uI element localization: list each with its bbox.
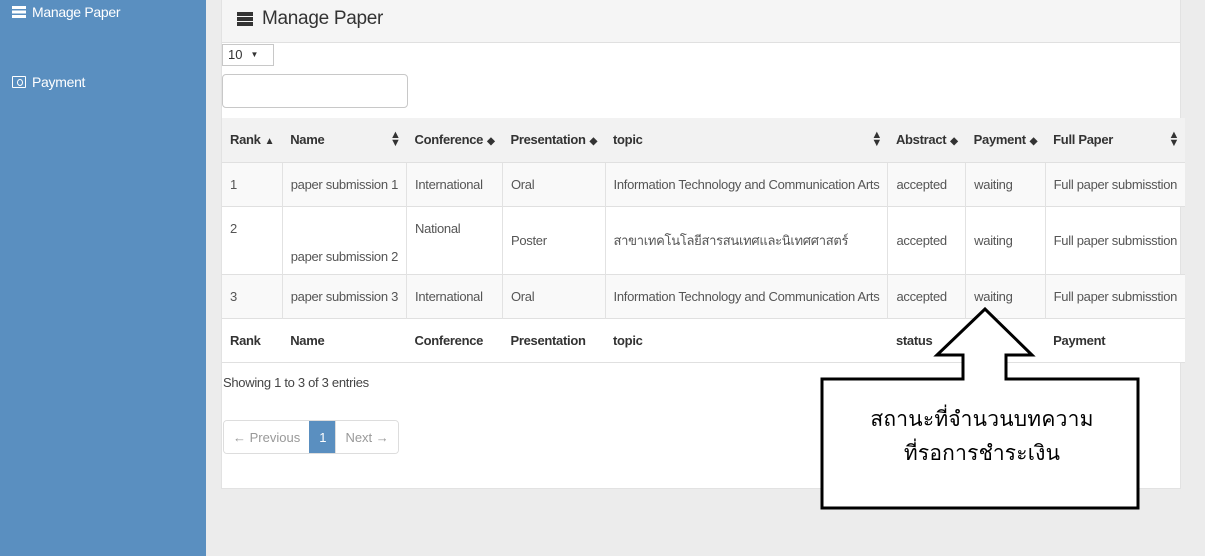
cell-rank: 1 [222,161,283,206]
cell-name: paper submission 1 [281,161,407,206]
cell-rank: 2 [222,205,283,274]
footer-rank: Rank [222,317,283,363]
cell-name: paper submission 2 [281,205,407,274]
sort-icon: ◆ [589,136,598,148]
server-icon [237,12,253,26]
sort-icon: ◆ [487,136,495,148]
previous-page-button[interactable]: ← Previous [224,421,310,453]
cell-abstract: accepted [887,205,966,274]
page-title: Manage Paper [237,8,383,30]
footer-name: Name [282,317,407,363]
cell-presentation: Oral [501,161,606,206]
callout-line-2: ที่รอการชำระเงิน [903,442,1061,465]
chevron-down-icon: ▼ [250,50,259,59]
money-icon [12,76,26,88]
column-header-name[interactable]: Name ▲ ▼ [282,118,407,162]
footer-conference: Conference [406,317,503,363]
sort-icon: ▲ ▼ [389,129,401,149]
table-row: 2 paper submission 2 National Poster สาข… [222,205,1186,274]
table-header-row: Rank ▲ Name ▲ ▼ Conference ◆ Presentation ◆ t… [222,118,1186,162]
sort-icon: ◆ [950,136,958,148]
cell-full-paper-link[interactable]: Full paper submisstion [1044,205,1186,274]
column-header-conference[interactable]: Conference ◆ [406,118,503,162]
cell-presentation: Oral [501,273,606,318]
column-header-full-paper[interactable]: Full Paper ▲ ▼ [1045,118,1186,162]
column-header-topic[interactable]: topic ▲ ▼ [605,118,888,162]
server-icon [12,6,26,18]
table-row: 1 paper submission 1 International Oral … [222,161,1186,206]
cell-topic: Information Technology and Communication… [604,161,888,206]
sort-icon: ▲ ▼ [871,129,882,149]
cell-conference: National [406,205,503,274]
sidebar-item-label: Payment [32,74,86,90]
callout-line-1: สถานะที่จำนวนบทความ [870,408,1094,431]
cell-payment: waiting [965,205,1046,274]
page-1-button[interactable]: 1 [309,421,337,453]
cell-full-paper-link[interactable]: Full paper submisstion [1044,161,1186,206]
search-input[interactable] [222,74,408,108]
cell-conference: International [406,161,503,206]
column-header-abstract[interactable]: Abstract ◆ [887,118,966,162]
callout-text: สถานะที่จำนวนบทความ ที่รอการชำระเงิน [842,403,1122,471]
sidebar-item-label: Manage Paper [32,4,121,20]
annotation-callout: สถานะที่จำนวนบทความ ที่รอการชำระเงิน [820,307,1146,510]
sidebar: Manage Paper Payment [0,0,206,556]
entries-info: Showing 1 to 3 of 3 entries [223,375,369,390]
next-page-button[interactable]: Next → [336,421,398,453]
cell-payment: waiting [965,161,1046,206]
cell-name: paper submission 3 [281,273,407,318]
pagination: ← Previous 1 Next → [223,420,399,454]
sidebar-item-manage-paper[interactable]: Manage Paper [12,4,121,20]
column-header-presentation[interactable]: Presentation ◆ [502,118,606,162]
cell-abstract: accepted [887,161,966,206]
cell-rank: 3 [222,273,283,318]
entries-length-select[interactable]: 10 ▼ [222,44,274,66]
column-header-rank[interactable]: Rank ▲ [222,118,283,162]
entries-length-value: 10 [228,47,243,62]
footer-presentation: Presentation [502,317,606,363]
page-title-text: Manage Paper [262,8,384,29]
cell-topic: สาขาเทคโนโลยีสารสนเทศและนิเทศศาสตร์ [604,205,888,274]
cell-presentation: Poster [501,205,606,274]
sort-icon: ◆ [1029,136,1038,148]
panel-header: Manage Paper [222,0,1180,43]
sidebar-item-payment[interactable]: Payment [12,74,85,90]
sort-asc-icon: ▲ [264,136,275,148]
column-header-payment[interactable]: Payment ◆ [965,118,1046,162]
cell-conference: International [406,273,503,318]
sort-icon: ▲ ▼ [1168,129,1180,149]
